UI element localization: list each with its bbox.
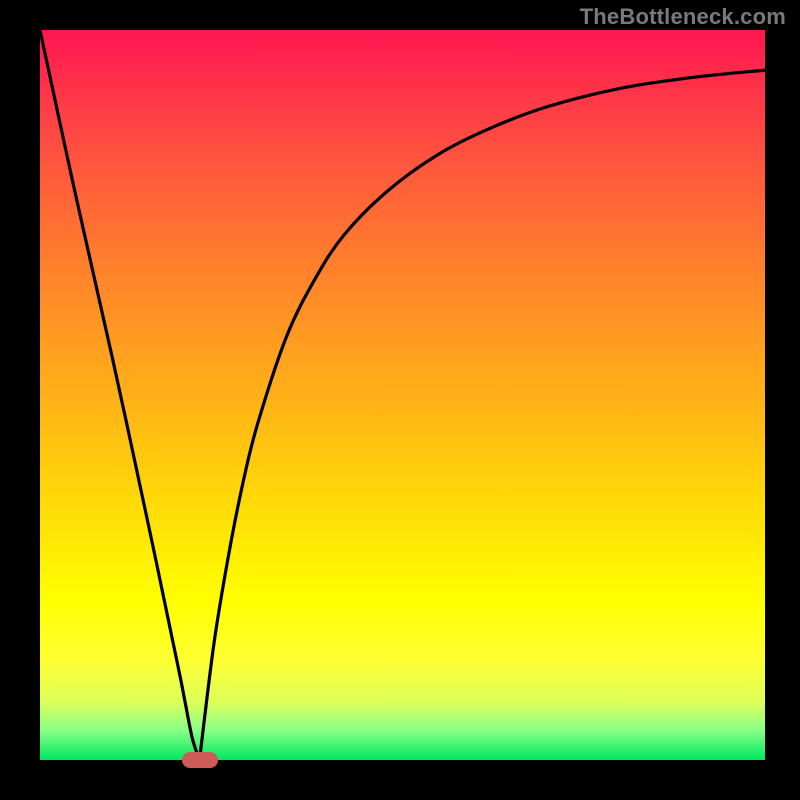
curve-left-branch	[40, 30, 200, 760]
chart-frame: TheBottleneck.com	[0, 0, 800, 800]
curve-svg	[40, 30, 765, 760]
plot-area	[40, 30, 765, 760]
watermark-text: TheBottleneck.com	[580, 4, 786, 30]
curve-right-branch	[200, 70, 766, 760]
optimum-marker	[182, 752, 218, 768]
